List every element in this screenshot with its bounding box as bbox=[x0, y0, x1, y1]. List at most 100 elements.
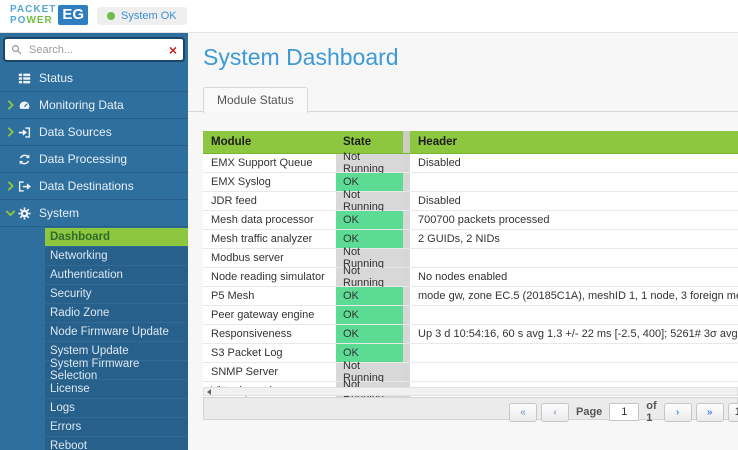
module-cell: Peer gateway engine bbox=[203, 306, 336, 324]
header-cell: 700700 packets processed bbox=[410, 211, 738, 229]
module-cell: SNMP Server bbox=[203, 363, 336, 381]
sidebar-subitem-label: System Update bbox=[50, 345, 129, 357]
table-header-row: ModuleState Header bbox=[203, 131, 738, 154]
logo-wordmark: PACKET POWER bbox=[10, 4, 56, 26]
column-divider bbox=[403, 192, 410, 210]
column-header-module[interactable]: Module bbox=[203, 131, 336, 153]
first-page-button[interactable]: « bbox=[509, 403, 537, 422]
column-header-header[interactable]: Header bbox=[410, 131, 738, 153]
sidebar-subitem-label: System Firmware Selection bbox=[50, 358, 188, 382]
sidebar-subitem-label: Security bbox=[50, 288, 92, 300]
page-label: Page bbox=[576, 406, 602, 418]
prev-page-button[interactable]: ‹ bbox=[541, 403, 569, 422]
table-row: ResponsivenessOKUp 3 d 10:54:16, 60 s av… bbox=[203, 325, 738, 344]
module-cell: Mesh traffic analyzer bbox=[203, 230, 336, 248]
next-page-button[interactable]: › bbox=[664, 403, 692, 422]
sidebar-item-status[interactable]: Status bbox=[0, 65, 188, 91]
header-cell bbox=[410, 306, 738, 324]
sidebar-subitem-errors[interactable]: Errors bbox=[45, 417, 188, 436]
column-divider bbox=[403, 325, 410, 343]
chevron-right-icon bbox=[7, 127, 17, 137]
page-size-select[interactable]: 15 bbox=[728, 403, 738, 422]
header-cell bbox=[410, 344, 738, 362]
column-divider bbox=[403, 230, 410, 248]
sidebar-subitem-reboot[interactable]: Reboot bbox=[45, 436, 188, 450]
scroll-left-icon[interactable] bbox=[207, 389, 211, 395]
chevron-right-icon bbox=[7, 100, 17, 110]
logo-line-packet: PACKET bbox=[10, 4, 56, 15]
table-row: SNMP ServerNot Running bbox=[203, 363, 738, 382]
sidebar-subitem-dashboard[interactable]: Dashboard bbox=[45, 227, 188, 246]
sidebar-item-monitoring-data[interactable]: Monitoring Data bbox=[0, 91, 188, 118]
state-cell: Not Running bbox=[336, 268, 403, 286]
column-divider bbox=[403, 131, 410, 153]
sidebar-subitem-radio-zone[interactable]: Radio Zone bbox=[45, 303, 188, 322]
clear-search-icon[interactable]: × bbox=[169, 43, 177, 57]
column-divider bbox=[403, 173, 410, 191]
sidebar: × Status Monitoring Data Data Sources Data … bbox=[0, 33, 188, 450]
sidebar-subitem-networking[interactable]: Networking bbox=[45, 246, 188, 265]
sidebar-item-label: Monitoring Data bbox=[39, 98, 124, 112]
sidebar-subitem-label: Networking bbox=[50, 250, 108, 262]
sign-in-icon bbox=[18, 126, 34, 139]
header-cell bbox=[410, 249, 738, 267]
horizontal-scrollbar[interactable] bbox=[203, 387, 738, 396]
module-cell: Responsiveness bbox=[203, 325, 336, 343]
status-dot-icon bbox=[107, 12, 115, 20]
sidebar-item-system[interactable]: System bbox=[0, 199, 188, 226]
sidebar-item-label: Data Destinations bbox=[39, 179, 134, 193]
state-cell: Not Running bbox=[336, 192, 403, 210]
sidebar-subitem-label: Radio Zone bbox=[50, 307, 109, 319]
table-row: Node reading simulatorNot RunningNo node… bbox=[203, 268, 738, 287]
header-cell bbox=[410, 173, 738, 191]
search-box: × bbox=[3, 37, 185, 62]
table-row: P5 MeshOKmode gw, zone EC.5 (20185C1A), … bbox=[203, 287, 738, 306]
gauge-icon bbox=[18, 99, 34, 112]
module-cell: JDR feed bbox=[203, 192, 336, 210]
sidebar-subitem-security[interactable]: Security bbox=[45, 284, 188, 303]
header-cell: 2 GUIDs, 2 NIDs bbox=[410, 230, 738, 248]
sidebar-subitem-system-firmware-selection[interactable]: System Firmware Selection bbox=[45, 360, 188, 379]
table-row: JDR feedNot RunningDisabled bbox=[203, 192, 738, 211]
sidebar-system-submenu: Dashboard Networking Authentication Securit… bbox=[0, 226, 188, 450]
search-input[interactable] bbox=[27, 43, 164, 57]
sidebar-item-data-destinations[interactable]: Data Destinations bbox=[0, 172, 188, 199]
sidebar-item-data-processing[interactable]: Data Processing bbox=[0, 145, 188, 172]
list-icon bbox=[18, 72, 34, 85]
module-cell: Modbus server bbox=[203, 249, 336, 267]
column-divider bbox=[403, 344, 410, 362]
pager-controls: « ‹ Page of 1 › » 15 bbox=[509, 400, 738, 424]
sidebar-subitem-label: Errors bbox=[50, 421, 81, 433]
sidebar-item-data-sources[interactable]: Data Sources bbox=[0, 118, 188, 145]
sidebar-subitem-authentication[interactable]: Authentication bbox=[45, 265, 188, 284]
sidebar-subitem-label: Reboot bbox=[50, 440, 87, 450]
chevron-down-icon bbox=[7, 208, 17, 218]
module-cell: S3 Packet Log bbox=[203, 344, 336, 362]
module-cell: EMX Support Queue bbox=[203, 154, 336, 172]
sidebar-menu: Status Monitoring Data Data Sources Data Pr… bbox=[0, 65, 188, 226]
sidebar-subitem-node-firmware-update[interactable]: Node Firmware Update bbox=[45, 322, 188, 341]
state-cell: Not Running bbox=[336, 154, 403, 172]
column-divider bbox=[403, 363, 410, 381]
module-status-table: ModuleStateHeaderEMX Support QueueNot Ru… bbox=[203, 131, 738, 401]
table-row: S3 Packet LogOK bbox=[203, 344, 738, 363]
page-number-input[interactable] bbox=[609, 403, 639, 421]
sidebar-subitem-label: Dashboard bbox=[50, 231, 110, 243]
state-cell: OK bbox=[336, 211, 403, 229]
last-page-button[interactable]: » bbox=[696, 403, 724, 422]
sidebar-subitem-logs[interactable]: Logs bbox=[45, 398, 188, 417]
packet-power-logo: PACKET POWER EG bbox=[10, 4, 88, 26]
header-cell: Up 3 d 10:54:16, 60 s avg 1.3 +/- 22 ms … bbox=[410, 325, 738, 343]
pagination-bar: « ‹ Page of 1 › » 15 bbox=[203, 397, 738, 420]
chevron-right-icon bbox=[7, 181, 17, 191]
table-row: Mesh data processorOK700700 packets proc… bbox=[203, 211, 738, 230]
refresh-icon bbox=[18, 153, 34, 166]
sidebar-subitem-label: License bbox=[50, 383, 90, 395]
page-title: System Dashboard bbox=[203, 44, 738, 71]
header-cell: Disabled bbox=[410, 154, 738, 172]
table-row: Peer gateway engineOK bbox=[203, 306, 738, 325]
column-header-state[interactable]: State bbox=[336, 131, 403, 153]
sidebar-item-label: Data Sources bbox=[39, 125, 112, 139]
tab-module-status[interactable]: Module Status bbox=[203, 87, 308, 114]
header-cell: mode gw, zone EC.5 (20185C1A), meshID 1,… bbox=[410, 287, 738, 305]
